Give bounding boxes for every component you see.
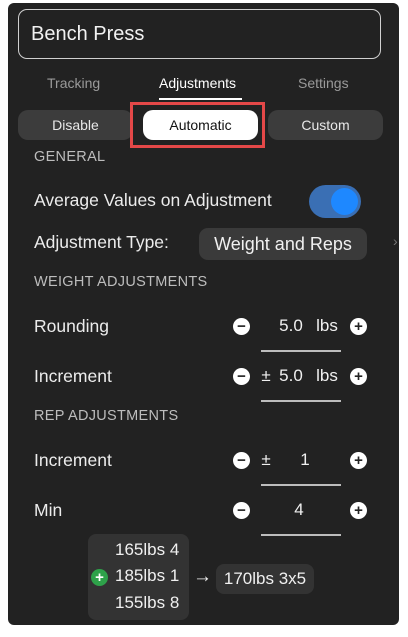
average-values-label: Average Values on Adjustment bbox=[34, 190, 272, 210]
weight-increment-decrement-button[interactable]: − bbox=[233, 368, 250, 385]
toggle-knob bbox=[331, 188, 358, 215]
rep-min-underline bbox=[261, 534, 341, 536]
example-result-text: 170lbs 3x5 bbox=[223, 569, 307, 588]
rounding-value[interactable]: 5.0 bbox=[271, 316, 311, 336]
tab-settings[interactable]: Settings bbox=[298, 75, 349, 91]
arrow-right-icon: → bbox=[193, 566, 212, 587]
example-set-line: 185lbs 1 bbox=[115, 566, 180, 585]
scroll-edge-indicator: › bbox=[393, 233, 398, 249]
add-circle-icon: + bbox=[91, 569, 108, 586]
mode-custom-button[interactable]: Custom bbox=[268, 110, 383, 140]
tab-adjustments[interactable]: Adjustments bbox=[159, 75, 236, 91]
example-set-line: 165lbs 4 bbox=[115, 540, 180, 559]
rep-increment-value[interactable]: 1 bbox=[290, 450, 320, 470]
rep-min-label: Min bbox=[34, 500, 63, 520]
weight-increment-unit: lbs bbox=[316, 366, 338, 385]
weight-increment-increment-button[interactable]: + bbox=[350, 368, 367, 385]
rounding-underline bbox=[261, 350, 341, 352]
rep-increment-increment-button[interactable]: + bbox=[350, 452, 367, 469]
weight-increment-underline bbox=[261, 400, 341, 402]
rep-min-increment-button[interactable]: + bbox=[350, 502, 367, 519]
tab-tracking[interactable]: Tracking bbox=[47, 75, 100, 91]
rep-increment-decrement-button[interactable]: − bbox=[233, 452, 250, 469]
adjustment-type-value: Weight and Reps bbox=[214, 233, 352, 254]
weight-increment-prefix: ± bbox=[261, 366, 271, 385]
rep-min-value[interactable]: 4 bbox=[284, 500, 314, 520]
active-tab-indicator bbox=[159, 98, 242, 100]
adjustment-type-label: Adjustment Type: bbox=[34, 232, 169, 252]
rep-min-decrement-button[interactable]: − bbox=[233, 502, 250, 519]
adjustment-type-select[interactable]: Weight and Reps bbox=[199, 228, 367, 260]
general-heading: GENERAL bbox=[34, 149, 106, 165]
adjustments-panel: Bench Press Tracking Adjustments Setting… bbox=[8, 3, 399, 625]
selection-highlight-box bbox=[130, 102, 265, 148]
rep-increment-label: Increment bbox=[34, 450, 112, 470]
weight-adjustments-heading: WEIGHT ADJUSTMENTS bbox=[34, 274, 208, 290]
rep-increment-underline bbox=[261, 484, 341, 486]
example-result-box: 170lbs 3x5 bbox=[216, 564, 314, 594]
weight-increment-label: Increment bbox=[34, 366, 112, 386]
rounding-decrement-button[interactable]: − bbox=[233, 318, 250, 335]
example-set-line: 155lbs 8 bbox=[115, 593, 180, 612]
exercise-name-field[interactable]: Bench Press bbox=[18, 9, 381, 59]
rounding-increment-button[interactable]: + bbox=[350, 318, 367, 335]
rounding-unit: lbs bbox=[316, 316, 338, 335]
mode-disable-label: Disable bbox=[52, 117, 99, 133]
rep-increment-prefix: ± bbox=[261, 450, 271, 469]
rounding-label: Rounding bbox=[34, 316, 109, 336]
average-values-toggle[interactable] bbox=[309, 185, 361, 218]
exercise-name-text: Bench Press bbox=[31, 22, 145, 45]
weight-increment-value[interactable]: 5.0 bbox=[273, 366, 309, 386]
mode-custom-label: Custom bbox=[301, 117, 350, 133]
tab-bar: Tracking Adjustments Settings bbox=[8, 75, 399, 101]
mode-disable-button[interactable]: Disable bbox=[18, 110, 133, 140]
rep-adjustments-heading: REP ADJUSTMENTS bbox=[34, 408, 179, 424]
